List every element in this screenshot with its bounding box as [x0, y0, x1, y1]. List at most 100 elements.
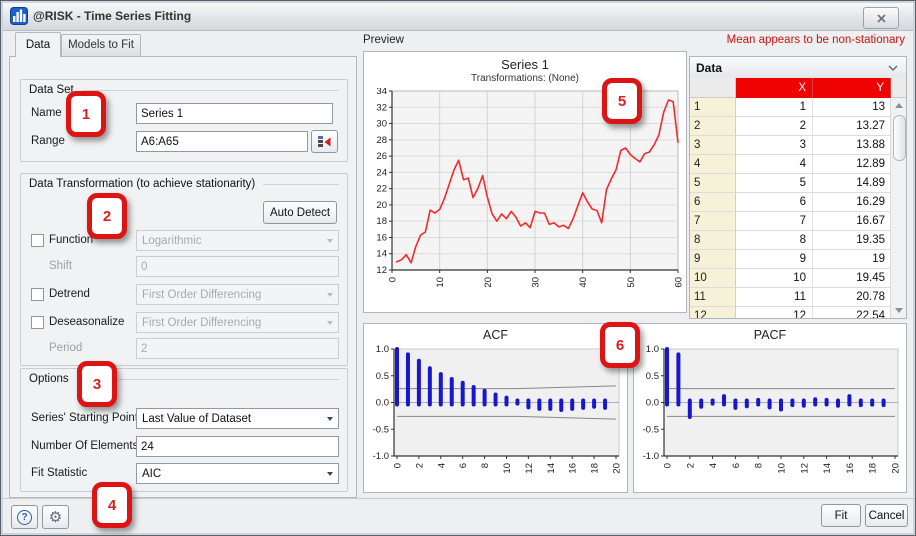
- svg-text:0.5: 0.5: [646, 371, 659, 382]
- svg-text:0: 0: [663, 463, 674, 468]
- cell-x: 5: [736, 174, 813, 193]
- svg-text:14: 14: [376, 249, 387, 260]
- cell-y: 13.27: [813, 117, 891, 136]
- tab-models-to-fit[interactable]: Models to Fit: [61, 34, 141, 56]
- range-picker-button[interactable]: [311, 130, 338, 153]
- svg-text:24: 24: [376, 167, 387, 178]
- svg-text:12: 12: [799, 463, 810, 474]
- range-picker-icon: [317, 135, 333, 149]
- svg-text:16: 16: [845, 463, 856, 474]
- help-button[interactable]: ?: [11, 505, 38, 529]
- function-select: Logarithmic: [136, 230, 339, 251]
- svg-text:20: 20: [612, 463, 623, 474]
- svg-text:12: 12: [524, 463, 535, 474]
- close-button[interactable]: [863, 7, 899, 29]
- svg-text:6: 6: [458, 463, 469, 468]
- svg-text:6: 6: [731, 463, 742, 468]
- data-table-body: 11132213.273313.884412.895514.896616.297…: [690, 98, 891, 318]
- svg-text:30: 30: [531, 277, 542, 288]
- chevron-down-icon: [327, 239, 333, 243]
- table-row: 121222.54: [690, 307, 891, 318]
- shift-input: [136, 256, 339, 277]
- range-input[interactable]: [136, 131, 308, 152]
- detrend-checkbox[interactable]: [31, 288, 44, 301]
- scroll-down-button[interactable]: [891, 303, 906, 318]
- shift-label: Shift: [49, 260, 72, 272]
- table-row: 3313.88: [690, 136, 891, 155]
- cell-y: 19: [813, 250, 891, 269]
- data-tab-page: Data Set Name Range Data Transformation …: [9, 56, 357, 498]
- svg-text:10: 10: [502, 463, 513, 474]
- elements-input[interactable]: [136, 436, 339, 457]
- cell-x: 12: [736, 307, 813, 318]
- tab-data[interactable]: Data: [15, 32, 61, 57]
- svg-text:8: 8: [480, 463, 491, 468]
- table-row: 7716.67: [690, 212, 891, 231]
- svg-text:18: 18: [590, 463, 601, 474]
- svg-text:0.0: 0.0: [646, 398, 659, 409]
- svg-text:34: 34: [376, 88, 387, 97]
- gear-icon: ⚙: [49, 510, 62, 525]
- acf-title: ACF: [364, 328, 627, 342]
- chevron-down-icon: [888, 65, 898, 71]
- pacf-chart-svg: -1.0-0.50.00.51.002468101214161820: [634, 344, 906, 492]
- settings-button[interactable]: ⚙: [42, 505, 69, 529]
- svg-text:10: 10: [435, 277, 446, 288]
- row-number-cell: 9: [690, 250, 736, 269]
- acf-chart-svg: -1.0-0.50.00.51.002468101214161820: [364, 344, 627, 492]
- svg-text:16: 16: [376, 232, 387, 243]
- starting-point-select[interactable]: Last Value of Dataset: [136, 408, 339, 429]
- cell-x: 7: [736, 212, 813, 231]
- scroll-thumb[interactable]: [893, 115, 906, 161]
- row-number-cell: 6: [690, 193, 736, 212]
- svg-text:-1.0: -1.0: [643, 451, 659, 462]
- svg-text:-1.0: -1.0: [373, 451, 389, 462]
- svg-text:0: 0: [388, 277, 399, 282]
- svg-text:-0.5: -0.5: [373, 424, 389, 435]
- callout-badge: 3: [77, 361, 117, 407]
- svg-text:50: 50: [626, 277, 637, 288]
- data-panel-header[interactable]: Data: [690, 57, 906, 79]
- svg-text:2: 2: [414, 463, 425, 468]
- data-panel-title: Data: [696, 61, 722, 75]
- svg-text:20: 20: [376, 200, 387, 211]
- period-label: Period: [49, 342, 82, 354]
- period-input: [136, 338, 339, 359]
- name-input[interactable]: [136, 103, 333, 124]
- close-icon: [877, 14, 886, 23]
- cell-y: 14.89: [813, 174, 891, 193]
- svg-text:18: 18: [868, 463, 879, 474]
- svg-text:0.0: 0.0: [376, 398, 389, 409]
- table-row: 2213.27: [690, 117, 891, 136]
- function-checkbox[interactable]: [31, 234, 44, 247]
- svg-text:4: 4: [436, 463, 447, 468]
- svg-text:10: 10: [777, 463, 788, 474]
- auto-detect-button[interactable]: Auto Detect: [263, 201, 337, 224]
- group-options-header: Options: [29, 373, 69, 385]
- svg-text:12: 12: [376, 265, 387, 276]
- callout-badge: 4: [92, 482, 132, 528]
- row-number-cell: 4: [690, 155, 736, 174]
- starting-point-label: Series' Starting Point: [31, 412, 138, 424]
- scroll-up-button[interactable]: [891, 98, 906, 113]
- detrend-select: First Order Differencing: [136, 284, 339, 305]
- window-title: @RISK - Time Series Fitting: [33, 9, 191, 23]
- callout-badge: 2: [87, 193, 127, 239]
- svg-text:14: 14: [546, 463, 557, 474]
- svg-text:8: 8: [754, 463, 765, 468]
- elements-label: Number Of Elements: [31, 440, 138, 452]
- cell-y: 13: [813, 98, 891, 117]
- chevron-down-icon: [327, 321, 333, 325]
- cell-y: 16.29: [813, 193, 891, 212]
- series-chart-title: Series 1: [364, 57, 686, 72]
- table-scrollbar[interactable]: [890, 98, 906, 318]
- svg-text:26: 26: [376, 151, 387, 162]
- table-row: 5514.89: [690, 174, 891, 193]
- cancel-button[interactable]: Cancel: [865, 504, 908, 527]
- deseasonalize-checkbox[interactable]: [31, 316, 44, 329]
- fit-statistic-select[interactable]: AIC: [136, 463, 339, 484]
- table-row: 9919: [690, 250, 891, 269]
- svg-text:4: 4: [708, 463, 719, 468]
- fit-button[interactable]: Fit: [821, 504, 861, 527]
- svg-text:-0.5: -0.5: [643, 424, 659, 435]
